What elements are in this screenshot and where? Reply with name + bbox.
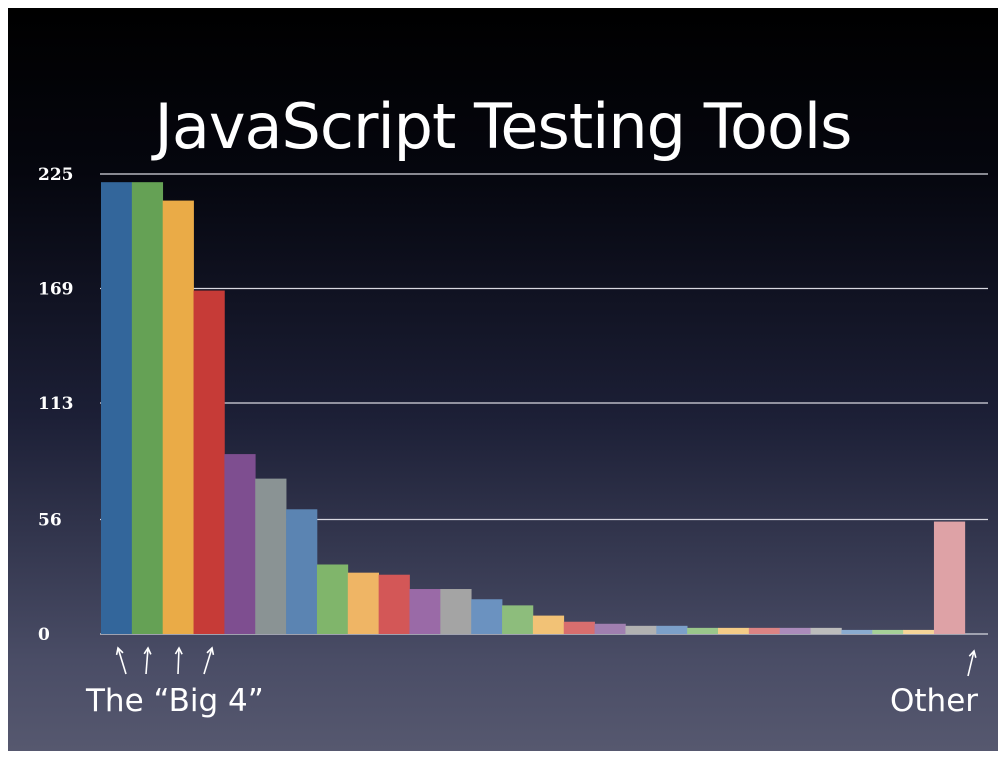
annotation-arrows xyxy=(115,646,977,677)
arrow-icon xyxy=(174,646,183,675)
arrow-icon xyxy=(967,649,977,677)
bar xyxy=(193,290,225,634)
bar xyxy=(810,627,842,634)
bar xyxy=(224,454,256,634)
bar xyxy=(440,589,472,634)
arrow-icon xyxy=(203,646,215,675)
big-4-annotation: The “Big 4” xyxy=(86,683,264,719)
bar xyxy=(316,564,349,634)
bar xyxy=(502,605,534,634)
bar xyxy=(131,182,164,634)
bar xyxy=(748,627,781,634)
bar xyxy=(347,572,379,634)
bar xyxy=(101,182,133,634)
bar xyxy=(563,621,595,634)
bar xyxy=(903,629,935,634)
bars xyxy=(101,182,966,635)
y-tick-label: 169 xyxy=(38,279,74,299)
bar xyxy=(718,627,750,634)
bar xyxy=(933,521,966,634)
bar xyxy=(687,627,719,634)
arrow-icon xyxy=(143,646,152,675)
bar xyxy=(625,625,657,634)
bar xyxy=(872,629,904,634)
y-tick-label: 0 xyxy=(38,625,50,645)
bar xyxy=(255,478,287,634)
slide: JavaScript Testing Tools 0 56 113 169 225 Th… xyxy=(8,8,998,751)
y-tick-label: 225 xyxy=(38,165,74,185)
bar xyxy=(409,589,441,634)
arrow-icon xyxy=(115,646,127,675)
y-tick-label: 113 xyxy=(38,394,74,414)
y-tick-label: 56 xyxy=(38,511,62,531)
bar xyxy=(656,625,688,634)
bar xyxy=(532,615,565,634)
bar xyxy=(594,623,626,634)
bar xyxy=(841,629,873,634)
bar xyxy=(378,574,410,634)
bar xyxy=(779,627,811,634)
other-annotation: Other xyxy=(890,683,979,719)
bar xyxy=(471,599,503,634)
bar xyxy=(162,200,194,635)
bar xyxy=(286,509,318,634)
chart: 0 56 113 169 225 xyxy=(38,165,988,677)
